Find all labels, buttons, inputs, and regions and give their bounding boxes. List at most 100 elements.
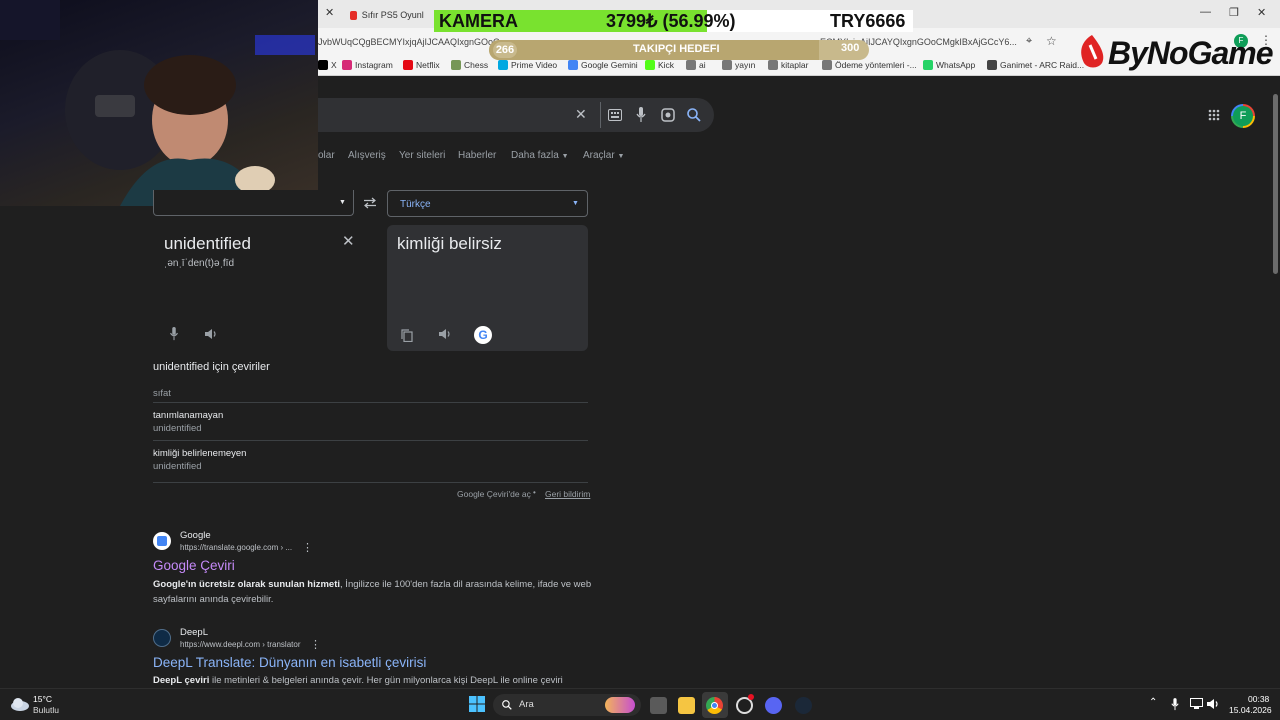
phonetic-text: ˌənˌīˈden(t)əˌfīd — [164, 258, 235, 269]
clock-time[interactable]: 00:38 — [1248, 694, 1269, 704]
tab-ps5[interactable]: Sıfır PS5 Oyunlarına — [342, 4, 432, 26]
bookmark-icon — [645, 60, 655, 70]
search-box[interactable]: ✕ — [318, 98, 714, 132]
file-explorer-icon[interactable] — [678, 697, 695, 714]
bookmark-label: Chess — [464, 60, 489, 70]
bookmark-item[interactable]: Chess — [451, 60, 488, 70]
volume-icon[interactable] — [1206, 698, 1220, 710]
taskbar-search[interactable]: Ara — [493, 694, 641, 716]
restore-icon[interactable]: ❐ — [1229, 6, 1239, 19]
scrollbar-thumb[interactable] — [1273, 94, 1278, 274]
bookmark-item[interactable]: Google Gemini — [568, 60, 638, 70]
bookmark-label: kitaplar — [781, 60, 809, 70]
bookmark-item[interactable]: ai — [686, 60, 706, 70]
mic-icon[interactable] — [169, 327, 179, 341]
divider — [153, 440, 588, 441]
translation-entry-word: tanımlanamayan — [153, 410, 224, 421]
target-language-select[interactable]: Türkçe ▼ — [387, 190, 588, 217]
bookmark-item[interactable]: Ödeme yöntemleri -... — [822, 60, 917, 70]
bookmark-icon — [768, 60, 778, 70]
bookmark-item[interactable]: Kick — [645, 60, 674, 70]
more-options-icon[interactable]: ⋮ — [302, 541, 313, 554]
google-g-icon[interactable]: G — [474, 326, 492, 344]
tab-news[interactable]: Haberler — [458, 150, 496, 161]
camera-target: TRY6666 — [830, 11, 906, 31]
tab-places[interactable]: Yer siteleri — [399, 150, 445, 161]
search-highlight-icon — [605, 697, 635, 713]
google-translate-favicon — [153, 532, 171, 550]
chrome-icon[interactable] — [706, 697, 723, 714]
search-icon[interactable] — [687, 108, 701, 122]
taskbar-search-placeholder: Ara — [519, 699, 534, 710]
close-window-icon[interactable]: ✕ — [1257, 6, 1266, 19]
apps-grid-icon[interactable] — [1208, 109, 1220, 121]
cloud-icon — [11, 698, 29, 711]
account-avatar[interactable]: F — [1231, 104, 1255, 128]
clock-date[interactable]: 15.04.2026 — [1229, 705, 1272, 715]
minimize-icon[interactable]: — — [1200, 6, 1211, 18]
bookmark-item[interactable]: kitaplar — [768, 60, 808, 70]
bookmark-item[interactable]: WhatsApp — [923, 60, 975, 70]
tab-more[interactable]: Daha fazla ▼ — [511, 150, 569, 161]
bookmark-item[interactable]: Ganimet - ARC Raid... — [987, 60, 1084, 70]
steam-icon[interactable] — [795, 697, 812, 714]
clear-search-icon[interactable]: ✕ — [575, 106, 587, 123]
bynogame-logo: ByNoGame — [1076, 33, 1273, 73]
star-icon[interactable]: ☆ — [1046, 34, 1057, 48]
tab-shopping[interactable]: Alışveriş — [348, 150, 386, 161]
swap-languages-icon[interactable] — [363, 197, 377, 209]
bynogame-logo-text: ByNoGame — [1108, 35, 1273, 71]
url-text-left: JvbWUqCQgBECMYIxjqAjIJCAAQIxgnGOoC — [318, 37, 500, 47]
result-snippet-text: ile metinleri & belgeleri anında çevir. … — [209, 675, 563, 686]
bookmark-item[interactable]: Instagram — [342, 60, 393, 70]
follower-goal-bar: 266 TAKIPÇI HEDEFI 300 — [489, 40, 869, 60]
result-url[interactable]: https://translate.google.com › ... — [180, 543, 292, 552]
windows-start-icon[interactable] — [469, 696, 485, 712]
weather-temp[interactable]: 15°C — [33, 694, 52, 704]
result-site-name[interactable]: DeepL — [180, 627, 208, 638]
discord-icon[interactable] — [765, 697, 782, 714]
weather-desc[interactable]: Bulutlu — [33, 705, 59, 715]
result-url[interactable]: https://www.deepl.com › translator — [180, 640, 301, 649]
bookmark-item[interactable]: Netflix — [403, 60, 440, 70]
bookmark-label: Prime Video — [511, 60, 558, 70]
bookmark-icon — [318, 60, 328, 70]
goal-end: 300 — [841, 42, 860, 54]
copy-icon[interactable] — [401, 329, 413, 342]
translation-entry-source: unidentified — [153, 423, 202, 434]
bookmark-item[interactable]: Prime Video — [498, 60, 557, 70]
mic-icon[interactable] — [636, 107, 646, 123]
task-view-icon[interactable] — [650, 697, 667, 714]
location-icon[interactable]: ⌖ — [1026, 35, 1032, 48]
network-icon[interactable] — [1190, 698, 1203, 710]
tab-tools[interactable]: Araçlar ▼ — [583, 150, 624, 161]
result-site-name[interactable]: Google — [180, 530, 211, 541]
bookmark-label: Ödeme yöntemleri -... — [835, 60, 917, 70]
bookmark-item[interactable]: X — [318, 60, 337, 70]
more-options-icon[interactable]: ⋮ — [310, 638, 321, 651]
page-scrollbar[interactable] — [1270, 82, 1280, 688]
speaker-icon[interactable] — [438, 328, 452, 340]
source-language-select[interactable]: ▼ — [153, 190, 354, 216]
result-title[interactable]: DeepL Translate: Dünyanın en isabetli çe… — [153, 655, 426, 670]
bookmark-item[interactable]: yayın — [722, 60, 755, 70]
chevron-up-icon[interactable]: ⌃ — [1149, 697, 1157, 708]
translations-heading: unidentified için çeviriler — [153, 361, 270, 373]
close-tab-icon[interactable]: ✕ — [325, 6, 334, 19]
clear-source-icon[interactable]: ✕ — [342, 232, 355, 250]
camera-label: KAMERA — [439, 11, 518, 31]
result-title[interactable]: Google Çeviri — [153, 558, 235, 573]
lens-icon[interactable] — [661, 108, 675, 122]
keyboard-icon[interactable] — [608, 109, 622, 121]
tab-images[interactable]: olar — [318, 150, 335, 161]
source-text[interactable]: unidentified — [164, 234, 251, 254]
divider — [153, 482, 588, 483]
mic-icon[interactable] — [1171, 698, 1179, 711]
speaker-icon[interactable] — [204, 328, 218, 340]
feedback-link[interactable]: Geri bildirim — [545, 489, 590, 499]
open-in-translate-link[interactable]: Google Çeviri'de aç — [457, 489, 531, 499]
camera-value: 3799₺ (56.99%) — [606, 11, 736, 31]
bookmark-icon — [987, 60, 997, 70]
taskbar: 15°C Bulutlu Ara ⌃ 00:38 15.04.2026 — [0, 688, 1280, 720]
chevron-down-icon: ▼ — [339, 199, 346, 206]
